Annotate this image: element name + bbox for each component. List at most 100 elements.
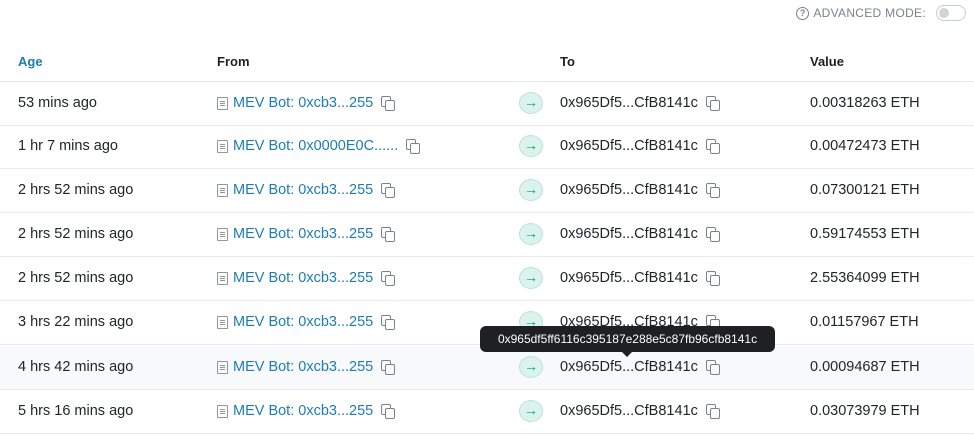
arrow-right-icon: →: [519, 223, 543, 245]
row-to: 0x965Df5...CfB8141c: [560, 359, 720, 375]
row-from: MEV Bot: 0xcb3...255: [217, 226, 396, 242]
row-direction: →: [519, 179, 543, 201]
row-value: 2.55364099 ETH: [810, 270, 920, 286]
column-header-value: Value: [810, 54, 844, 69]
contract-icon: [217, 271, 228, 285]
copy-icon[interactable]: [705, 403, 720, 419]
contract-icon: [217, 96, 228, 110]
copy-icon[interactable]: [381, 226, 396, 242]
row-from: MEV Bot: 0xcb3...255: [217, 95, 396, 111]
row-to: 0x965Df5...CfB8141c: [560, 95, 720, 111]
from-address-link[interactable]: MEV Bot: 0xcb3...255: [233, 95, 373, 111]
row-age: 4 hrs 42 mins ago: [18, 359, 134, 375]
from-address-link[interactable]: MEV Bot: 0xcb3...255: [233, 182, 373, 198]
arrow-right-icon: →: [519, 92, 543, 114]
row-age: 2 hrs 52 mins ago: [18, 182, 134, 198]
row-value: 0.07300121 ETH: [810, 182, 920, 198]
to-address[interactable]: 0x965Df5...CfB8141c: [560, 182, 698, 198]
row-direction: →: [519, 400, 543, 422]
copy-icon[interactable]: [381, 359, 396, 375]
arrow-right-icon: →: [519, 356, 543, 378]
copy-icon[interactable]: [705, 182, 720, 198]
to-address[interactable]: 0x965Df5...CfB8141c: [560, 138, 698, 154]
copy-icon[interactable]: [705, 226, 720, 242]
address-tooltip: 0x965df5ff6116c395187e288e5c87fb96cfb814…: [480, 326, 775, 357]
arrow-right-icon: →: [519, 400, 543, 422]
top-bar: ? ADVANCED MODE:: [0, 0, 974, 28]
row-from: MEV Bot: 0xcb3...255: [217, 270, 396, 286]
row-to: 0x965Df5...CfB8141c: [560, 403, 720, 419]
row-from: MEV Bot: 0x0000E0C......: [217, 138, 421, 154]
contract-icon: [217, 139, 228, 153]
row-direction: →: [519, 223, 543, 245]
row-value: 0.00318263 ETH: [810, 95, 920, 111]
row-age: 3 hrs 22 mins ago: [18, 314, 134, 330]
copy-icon[interactable]: [381, 95, 396, 111]
row-value: 0.01157967 ETH: [810, 314, 919, 330]
advanced-mode: ? ADVANCED MODE:: [796, 5, 966, 21]
row-direction: →: [519, 356, 543, 378]
copy-icon[interactable]: [381, 182, 396, 198]
row-value: 0.59174553 ETH: [810, 226, 920, 242]
table-row: 5 hrs 16 mins ago MEV Bot: 0xcb3...255 → 0x…: [0, 390, 974, 434]
column-header-to: To: [560, 54, 575, 69]
to-address[interactable]: 0x965Df5...CfB8141c: [560, 95, 698, 111]
contract-icon: [217, 183, 228, 197]
question-icon[interactable]: ?: [796, 6, 810, 20]
advanced-mode-label: ADVANCED MODE:: [813, 6, 926, 20]
copy-icon[interactable]: [406, 138, 421, 154]
to-address[interactable]: 0x965Df5...CfB8141c: [560, 403, 698, 419]
table-header: Age From To Value: [0, 43, 974, 82]
row-direction: →: [519, 267, 543, 289]
to-address[interactable]: 0x965Df5...CfB8141c: [560, 270, 698, 286]
row-from: MEV Bot: 0xcb3...255: [217, 359, 396, 375]
copy-icon[interactable]: [381, 403, 396, 419]
copy-icon[interactable]: [705, 138, 720, 154]
row-from: MEV Bot: 0xcb3...255: [217, 182, 396, 198]
toggle-knob: [939, 8, 949, 18]
table-row: 53 mins ago MEV Bot: 0xcb3...255 → 0x965Df5…: [0, 82, 974, 126]
row-age: 1 hr 7 mins ago: [18, 138, 118, 154]
arrow-right-icon: →: [519, 179, 543, 201]
table-row: 2 hrs 52 mins ago MEV Bot: 0xcb3...255 → 0x…: [0, 257, 974, 301]
copy-icon[interactable]: [381, 270, 396, 286]
column-header-from: From: [217, 54, 250, 69]
to-address[interactable]: 0x965Df5...CfB8141c: [560, 226, 698, 242]
arrow-right-icon: →: [519, 267, 543, 289]
from-address-link[interactable]: MEV Bot: 0xcb3...255: [233, 314, 373, 330]
copy-icon[interactable]: [705, 95, 720, 111]
row-age: 5 hrs 16 mins ago: [18, 403, 134, 419]
row-age: 2 hrs 52 mins ago: [18, 226, 134, 242]
from-address-link[interactable]: MEV Bot: 0x0000E0C......: [233, 138, 398, 154]
table-row: 1 hr 7 mins ago MEV Bot: 0x0000E0C...... →…: [0, 125, 974, 169]
column-header-age[interactable]: Age: [18, 54, 43, 69]
advanced-mode-toggle[interactable]: [936, 5, 966, 21]
from-address-link[interactable]: MEV Bot: 0xcb3...255: [233, 226, 373, 242]
row-age: 2 hrs 52 mins ago: [18, 270, 134, 286]
from-address-link[interactable]: MEV Bot: 0xcb3...255: [233, 359, 373, 375]
row-direction: →: [519, 92, 543, 114]
copy-icon[interactable]: [705, 314, 720, 330]
row-to: 0x965Df5...CfB8141c: [560, 226, 720, 242]
table-row: 4 hrs 42 mins ago MEV Bot: 0xcb3...255 → 0x…: [0, 346, 974, 390]
row-value: 0.03073979 ETH: [810, 403, 920, 419]
row-age: 53 mins ago: [18, 95, 97, 111]
contract-icon: [217, 404, 228, 418]
arrow-right-icon: →: [519, 135, 543, 157]
row-direction: →: [519, 135, 543, 157]
copy-icon[interactable]: [705, 359, 720, 375]
to-address[interactable]: 0x965Df5...CfB8141c: [560, 359, 698, 375]
table-row: 2 hrs 52 mins ago MEV Bot: 0xcb3...255 → 0x…: [0, 169, 974, 213]
row-value: 0.00472473 ETH: [810, 138, 920, 154]
from-address-link[interactable]: MEV Bot: 0xcb3...255: [233, 270, 373, 286]
row-from: MEV Bot: 0xcb3...255: [217, 314, 396, 330]
row-to: 0x965Df5...CfB8141c: [560, 270, 720, 286]
copy-icon[interactable]: [381, 314, 396, 330]
copy-icon[interactable]: [705, 270, 720, 286]
row-to: 0x965Df5...CfB8141c: [560, 182, 720, 198]
from-address-link[interactable]: MEV Bot: 0xcb3...255: [233, 403, 373, 419]
row-to: 0x965Df5...CfB8141c: [560, 138, 720, 154]
row-from: MEV Bot: 0xcb3...255: [217, 403, 396, 419]
row-value: 0.00094687 ETH: [810, 359, 920, 375]
table-row: 2 hrs 52 mins ago MEV Bot: 0xcb3...255 → 0x…: [0, 213, 974, 257]
